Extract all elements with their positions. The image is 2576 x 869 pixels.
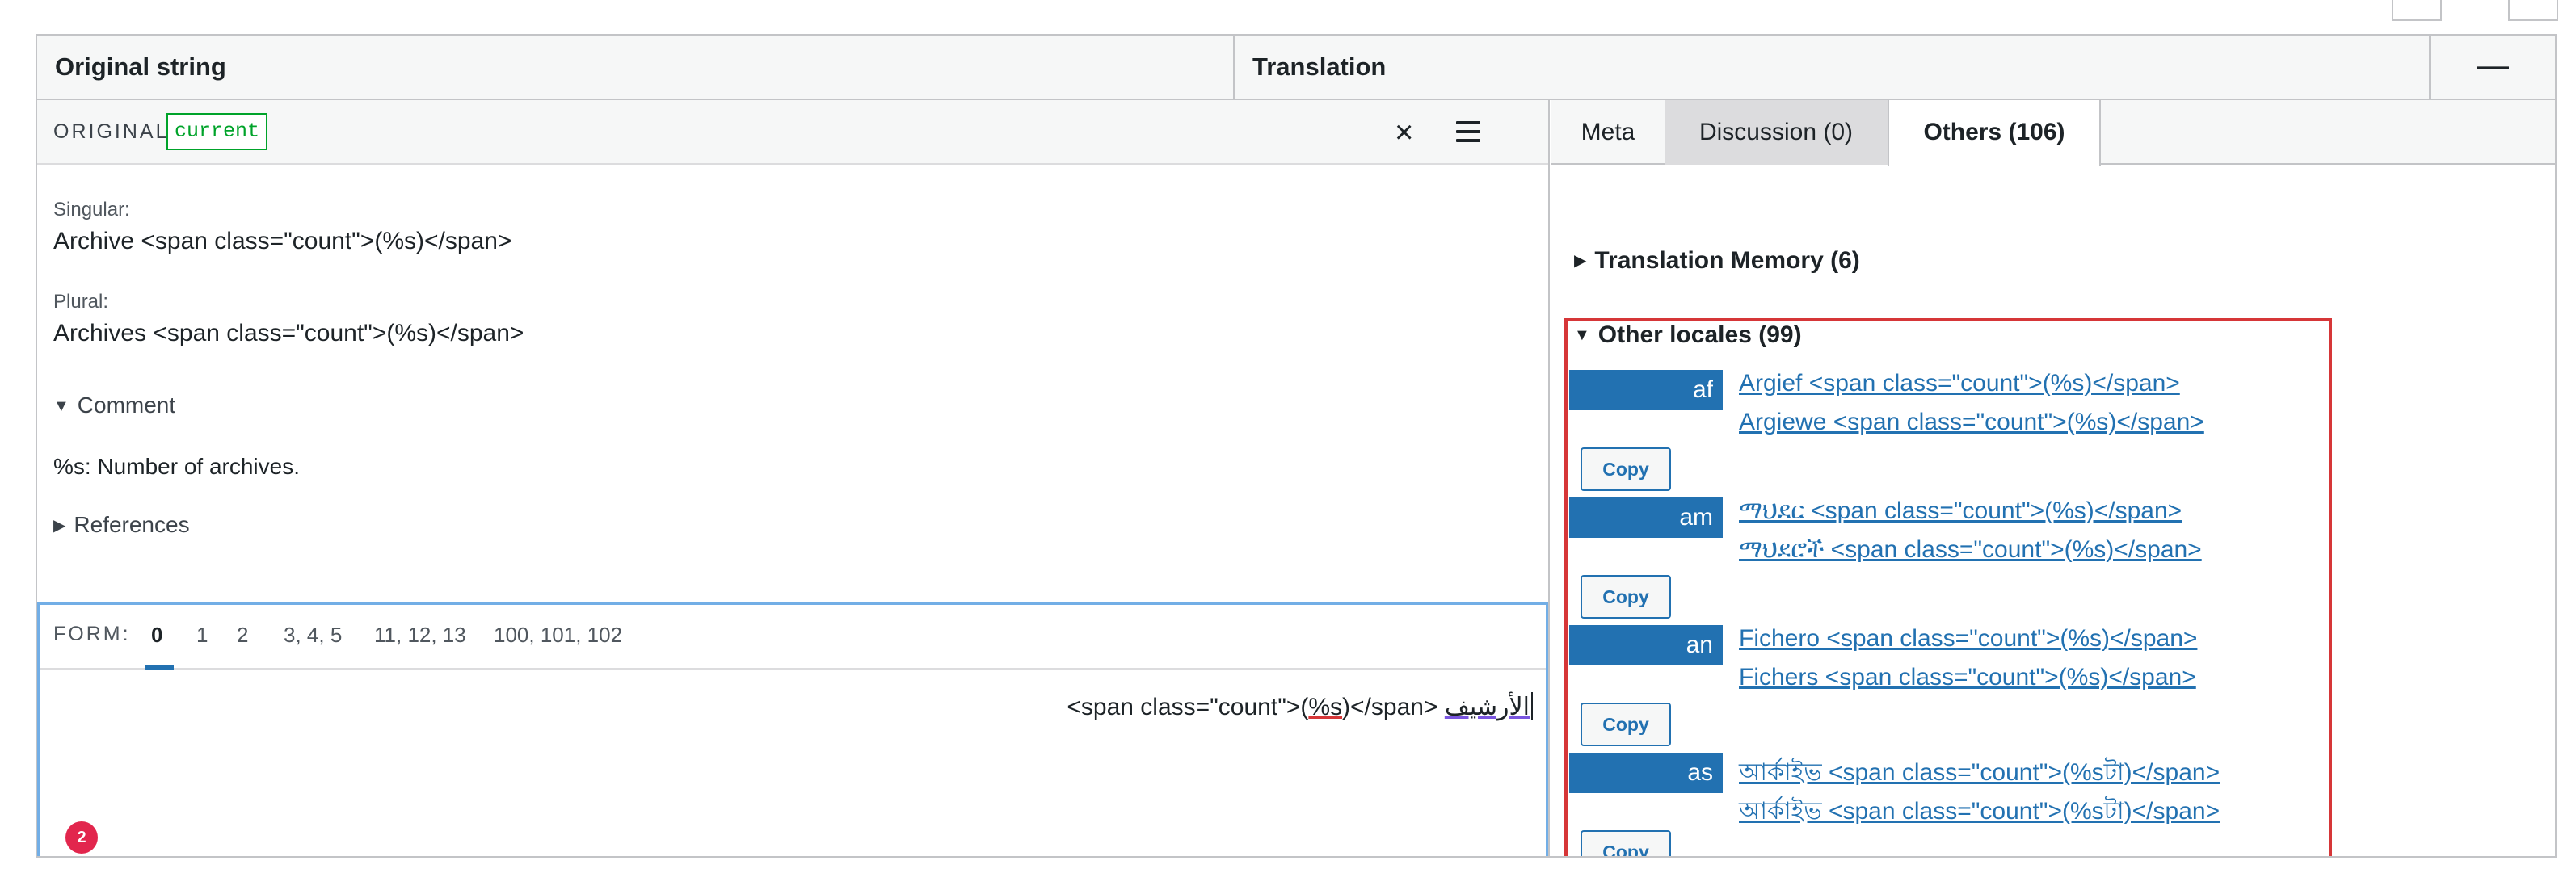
locale-plural-link[interactable]: আৰ্কাইভ <span class="count">(%sটা)</span… xyxy=(1739,791,2220,833)
original-string-heading: Original string xyxy=(55,52,226,81)
form-tab[interactable]: 0 xyxy=(151,623,162,648)
references-toggle-label: References xyxy=(74,512,190,537)
copy-button[interactable]: Copy xyxy=(1581,830,1671,856)
form-label: FORM: xyxy=(53,623,131,645)
helper-panel: Meta Discussion (0) Others (106) ▶ Transl… xyxy=(1551,100,2555,856)
locale-plural-link[interactable]: ማህደሮች <span class="count">(%s)</span> xyxy=(1739,536,2202,564)
notification-badge[interactable]: 2 xyxy=(65,821,98,854)
text-cursor xyxy=(1531,692,1533,720)
locale-singular-link[interactable]: Fichero <span class="count">(%s)</span> xyxy=(1739,625,2197,653)
form-tab[interactable]: 1 xyxy=(196,623,208,648)
plural-label: Plural: xyxy=(53,291,109,313)
singular-label: Singular: xyxy=(53,199,130,220)
translation-segment: الأرشيف xyxy=(1444,694,1530,720)
copy-button[interactable]: Copy xyxy=(1581,703,1671,746)
copy-button[interactable]: Copy xyxy=(1581,447,1671,491)
original-toolbar: ORIGINAL current × xyxy=(37,100,1548,165)
other-locales-title: Other locales (99) xyxy=(1597,321,1802,348)
plural-form-tabs: FORM: 0 1 2 3, 4, 5 11, 12, 13 100, 101,… xyxy=(40,605,1546,670)
menu-icon[interactable] xyxy=(1456,121,1480,142)
translation-memory-title: Translation Memory (6) xyxy=(1594,247,1860,274)
translation-segment: %s xyxy=(1308,694,1343,720)
locale-singular-link[interactable]: ማህደር <span class="count">(%s)</span> xyxy=(1739,497,2182,525)
comment-toggle-label: Comment xyxy=(77,393,176,418)
translation-segment: )</span> xyxy=(1342,694,1445,720)
form-tab[interactable]: 2 xyxy=(237,623,248,648)
locale-singular-link[interactable]: আৰ্কাইভ <span class="count">(%sটা)</span… xyxy=(1739,753,2220,794)
form-tab[interactable]: 3, 4, 5 xyxy=(284,623,342,648)
translation-memory-toggle[interactable]: ▶ Translation Memory (6) xyxy=(1574,247,1860,275)
translation-heading: Translation xyxy=(1252,52,1387,81)
locale-code: af xyxy=(1569,370,1723,410)
copy-button[interactable]: Copy xyxy=(1581,575,1671,619)
locale-plural-link[interactable]: Argiewe <span class="count">(%s)</span> xyxy=(1739,409,2204,436)
window-control[interactable] xyxy=(2392,0,2442,21)
form-tab[interactable]: 11, 12, 13 xyxy=(374,623,466,648)
comment-text: %s: Number of archives. xyxy=(53,454,300,479)
other-locales-toggle[interactable]: ▼ Other locales (99) xyxy=(1574,321,1802,349)
locale-plural-link[interactable]: Fichers <span class="count">(%s)</span> xyxy=(1739,664,2196,691)
helper-tabs: Meta Discussion (0) Others (106) xyxy=(1551,100,2555,166)
locale-code: an xyxy=(1569,625,1723,665)
translation-segment: <span class="count">( xyxy=(1067,694,1309,720)
locale-code: as xyxy=(1569,753,1723,793)
status-badge: current xyxy=(166,113,268,150)
original-panel: ORIGINAL current × Singular: Archive <sp… xyxy=(37,100,1550,856)
original-label: ORIGINAL xyxy=(53,120,170,143)
window-control[interactable] xyxy=(2508,0,2558,21)
tab-meta[interactable]: Meta xyxy=(1551,100,1665,165)
editor-header: Original string Translation — xyxy=(37,36,2555,100)
comment-toggle[interactable]: ▼ Comment xyxy=(53,393,175,418)
translation-editor: FORM: 0 1 2 3, 4, 5 11, 12, 13 100, 101,… xyxy=(37,602,1548,856)
translation-editor-frame: Original string Translation — ORIGINAL c… xyxy=(36,34,2557,858)
singular-value: Archive <span class="count">(%s)</span> xyxy=(53,228,512,254)
form-tab[interactable]: 100, 101, 102 xyxy=(494,623,622,648)
references-toggle[interactable]: ▶ References xyxy=(53,512,190,538)
tab-discussion[interactable]: Discussion (0) xyxy=(1665,100,1888,165)
caret-down-icon: ▼ xyxy=(1574,326,1590,344)
close-icon[interactable]: × xyxy=(1395,110,1413,155)
divider xyxy=(1233,36,1235,99)
caret-down-icon: ▼ xyxy=(53,397,69,415)
caret-right-icon: ▶ xyxy=(1574,252,1587,270)
caret-right-icon: ▶ xyxy=(53,517,66,535)
tab-others[interactable]: Others (106) xyxy=(1888,100,2101,166)
locale-code: am xyxy=(1569,497,1723,538)
plural-value: Archives <span class="count">(%s)</span> xyxy=(53,320,524,346)
collapse-button[interactable]: — xyxy=(2431,36,2555,99)
other-locales-section: ▼ Other locales (99) af Argief <span clas… xyxy=(1564,318,2332,856)
translation-textarea[interactable]: <span class="count">(%s)</span> الأرشيف xyxy=(1067,692,1533,721)
active-form-indicator xyxy=(145,665,174,670)
locale-singular-link[interactable]: Argief <span class="count">(%s)</span> xyxy=(1739,370,2180,397)
